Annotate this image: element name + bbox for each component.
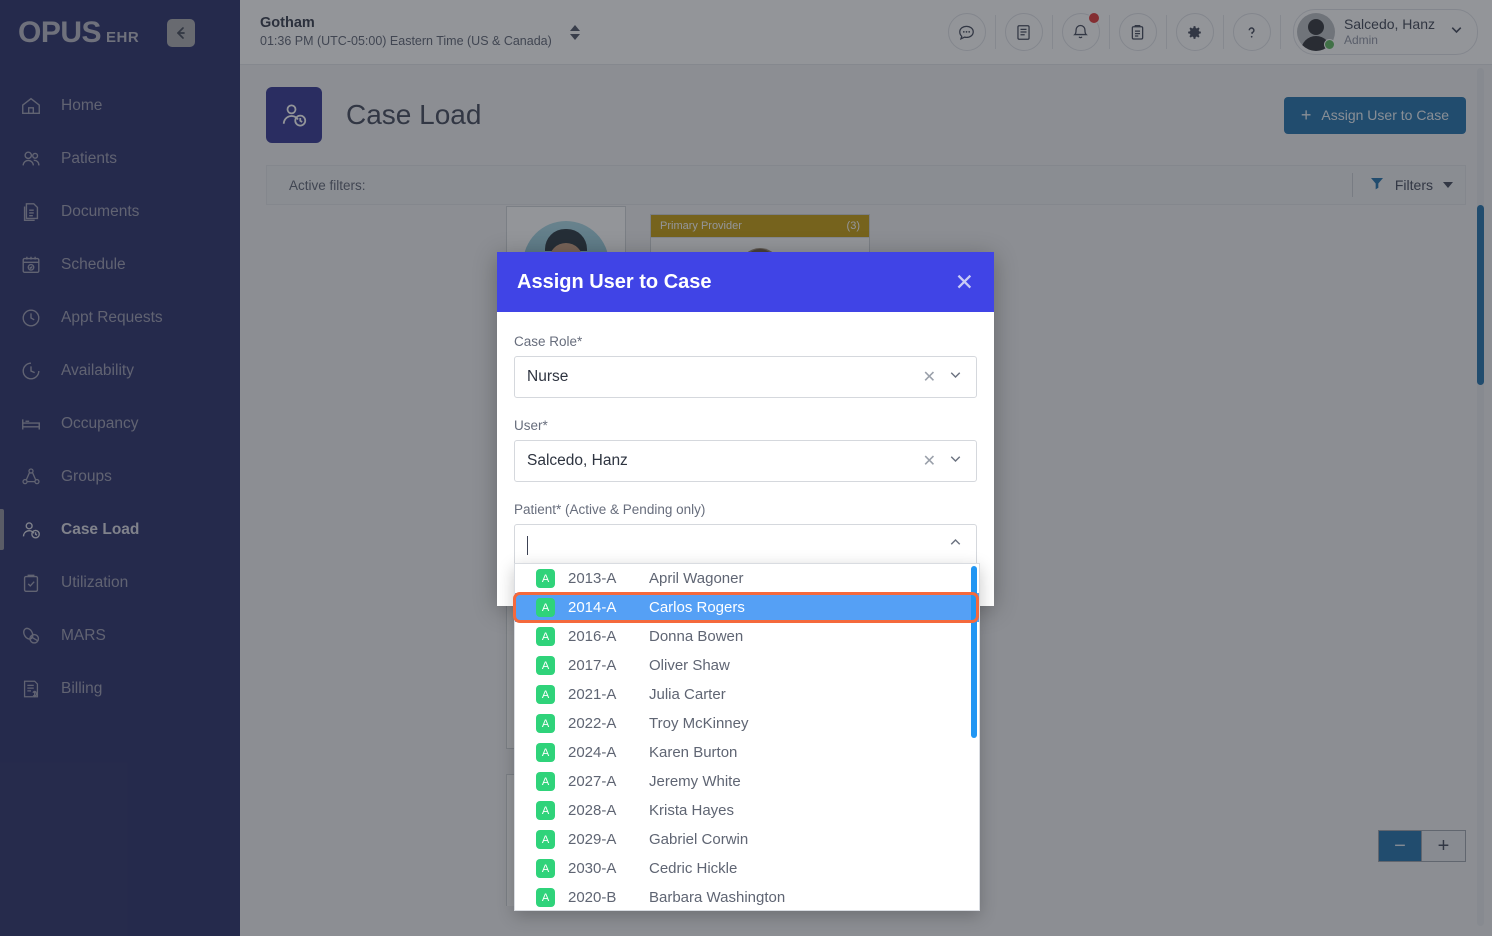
patient-mrn: 2029-A <box>568 831 617 848</box>
clear-icon[interactable]: ✕ <box>923 451 936 471</box>
patient-mrn: 2021-A <box>568 686 617 703</box>
patient-mrn: 2016-A <box>568 628 617 645</box>
case-role-select[interactable]: Nurse ✕ <box>514 356 977 398</box>
patient-name: Oliver Shaw <box>649 657 730 674</box>
patient-name: Karen Burton <box>649 744 738 761</box>
status-badge: A <box>536 627 555 646</box>
status-badge: A <box>536 888 555 907</box>
list-item[interactable]: A 2027-A Jeremy White <box>515 767 979 796</box>
patient-name: Barbara Washington <box>649 889 786 906</box>
chevron-up-icon[interactable] <box>947 534 964 556</box>
status-badge: A <box>536 714 555 733</box>
patient-name: April Wagoner <box>649 570 744 587</box>
patient-name: Carlos Rogers <box>649 599 745 616</box>
status-badge: A <box>536 830 555 849</box>
modal-header: Assign User to Case ✕ <box>497 252 994 312</box>
user-select[interactable]: Salcedo, Hanz ✕ <box>514 440 977 482</box>
patient-mrn: 2027-A <box>568 773 617 790</box>
patient-mrn: 2022-A <box>568 715 617 732</box>
clear-icon[interactable]: ✕ <box>923 367 936 387</box>
list-item[interactable]: A 2016-A Donna Bowen <box>515 622 979 651</box>
case-role-value: Nurse <box>527 368 569 385</box>
patient-mrn: 2017-A <box>568 657 617 674</box>
list-item[interactable]: A 2030-A Cedric Hickle <box>515 854 979 883</box>
list-item[interactable]: A 2020-B Barbara Washington <box>515 883 979 910</box>
chevron-down-icon[interactable] <box>947 366 964 388</box>
user-value: Salcedo, Hanz <box>527 452 628 469</box>
list-item[interactable]: A 2021-A Julia Carter <box>515 680 979 709</box>
status-badge: A <box>536 598 555 617</box>
patient-label: Patient* (Active & Pending only) <box>514 502 706 517</box>
patient-name: Krista Hayes <box>649 802 735 819</box>
patient-mrn: 2030-A <box>568 860 617 877</box>
patient-select[interactable] <box>514 524 977 566</box>
patient-mrn: 2020-B <box>568 889 617 906</box>
patient-mrn: 2014-A <box>568 599 617 616</box>
patient-mrn: 2013-A <box>568 570 617 587</box>
patient-mrn: 2028-A <box>568 802 617 819</box>
patient-name: Gabriel Corwin <box>649 831 749 848</box>
list-item[interactable]: A 2028-A Krista Hayes <box>515 796 979 825</box>
status-badge: A <box>536 656 555 675</box>
patient-name: Donna Bowen <box>649 628 744 645</box>
list-item[interactable]: A 2014-A Carlos Rogers <box>515 593 979 622</box>
status-badge: A <box>536 801 555 820</box>
patient-name: Cedric Hickle <box>649 860 738 877</box>
patient-name: Jeremy White <box>649 773 741 790</box>
dropdown-scrollbar-thumb[interactable] <box>971 566 977 738</box>
list-item[interactable]: A 2024-A Karen Burton <box>515 738 979 767</box>
close-icon[interactable]: ✕ <box>955 270 974 294</box>
list-item[interactable]: A 2013-A April Wagoner <box>515 564 979 593</box>
modal-body: Case Role* Nurse ✕ User* Salcedo, Hanz ✕ <box>497 312 994 606</box>
user-label: User* <box>514 418 548 433</box>
status-badge: A <box>536 743 555 762</box>
patient-dropdown-list[interactable]: A 2013-A April Wagoner A 2014-A Carlos R… <box>514 563 980 911</box>
patient-name: Julia Carter <box>649 686 726 703</box>
status-badge: A <box>536 772 555 791</box>
status-badge: A <box>536 569 555 588</box>
list-item[interactable]: A 2017-A Oliver Shaw <box>515 651 979 680</box>
chevron-down-icon[interactable] <box>947 450 964 472</box>
status-badge: A <box>536 859 555 878</box>
list-item[interactable]: A 2029-A Gabriel Corwin <box>515 825 979 854</box>
list-item[interactable]: A 2022-A Troy McKinney <box>515 709 979 738</box>
patient-name: Troy McKinney <box>649 715 749 732</box>
modal-title: Assign User to Case <box>517 270 712 293</box>
patient-mrn: 2024-A <box>568 744 617 761</box>
case-role-label: Case Role* <box>514 334 583 349</box>
text-cursor <box>527 535 528 555</box>
status-badge: A <box>536 685 555 704</box>
assign-user-modal: Assign User to Case ✕ Case Role* Nurse ✕… <box>497 252 994 606</box>
